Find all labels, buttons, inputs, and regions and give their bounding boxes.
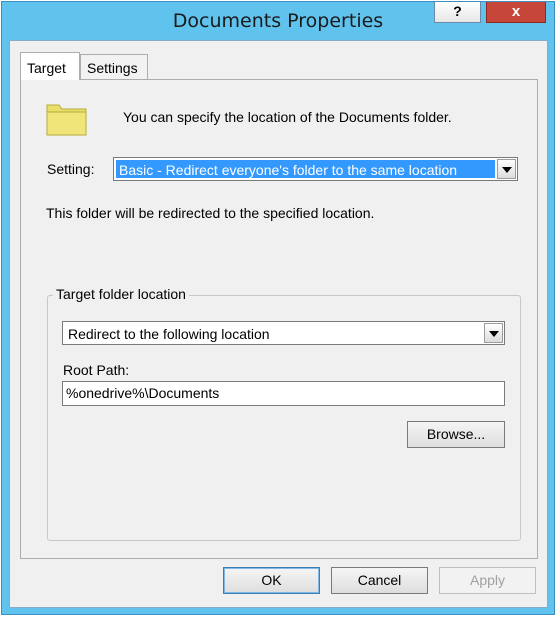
group-label: Target folder location bbox=[53, 286, 189, 302]
tab-settings[interactable]: Settings bbox=[80, 54, 148, 80]
cancel-button[interactable]: Cancel bbox=[331, 567, 428, 594]
close-button[interactable]: x bbox=[486, 2, 546, 23]
location-dropdown[interactable]: Redirect to the following location bbox=[62, 321, 505, 345]
apply-button[interactable]: Apply bbox=[439, 567, 536, 594]
location-dropdown-value: Redirect to the following location bbox=[68, 326, 270, 342]
title-bar[interactable]: Documents Properties ? x bbox=[2, 2, 554, 39]
target-tab-panel: You can specify the location of the Docu… bbox=[20, 79, 538, 559]
browse-button[interactable]: Browse... bbox=[407, 421, 505, 448]
tab-target[interactable]: Target bbox=[20, 52, 80, 80]
dialog-client-area: Target Settings You can specify the loca… bbox=[9, 40, 548, 608]
chevron-down-icon[interactable] bbox=[484, 323, 503, 343]
root-path-label: Root Path: bbox=[63, 362, 130, 378]
chevron-down-icon[interactable] bbox=[497, 159, 516, 179]
setting-dropdown-value: Basic - Redirect everyone's folder to th… bbox=[116, 160, 495, 178]
properties-window: Documents Properties ? x Target Settings… bbox=[1, 1, 555, 615]
setting-dropdown[interactable]: Basic - Redirect everyone's folder to th… bbox=[113, 157, 518, 181]
root-path-input[interactable]: %onedrive%\Documents bbox=[62, 381, 505, 406]
ok-button[interactable]: OK bbox=[223, 567, 320, 594]
folder-icon bbox=[45, 100, 89, 141]
redirect-description: This folder will be redirected to the sp… bbox=[46, 205, 375, 221]
target-folder-location-group: Target folder location Redirect to the f… bbox=[47, 286, 521, 541]
setting-label: Setting: bbox=[47, 161, 95, 177]
help-button[interactable]: ? bbox=[434, 2, 481, 23]
header-description: You can specify the location of the Docu… bbox=[123, 109, 452, 125]
